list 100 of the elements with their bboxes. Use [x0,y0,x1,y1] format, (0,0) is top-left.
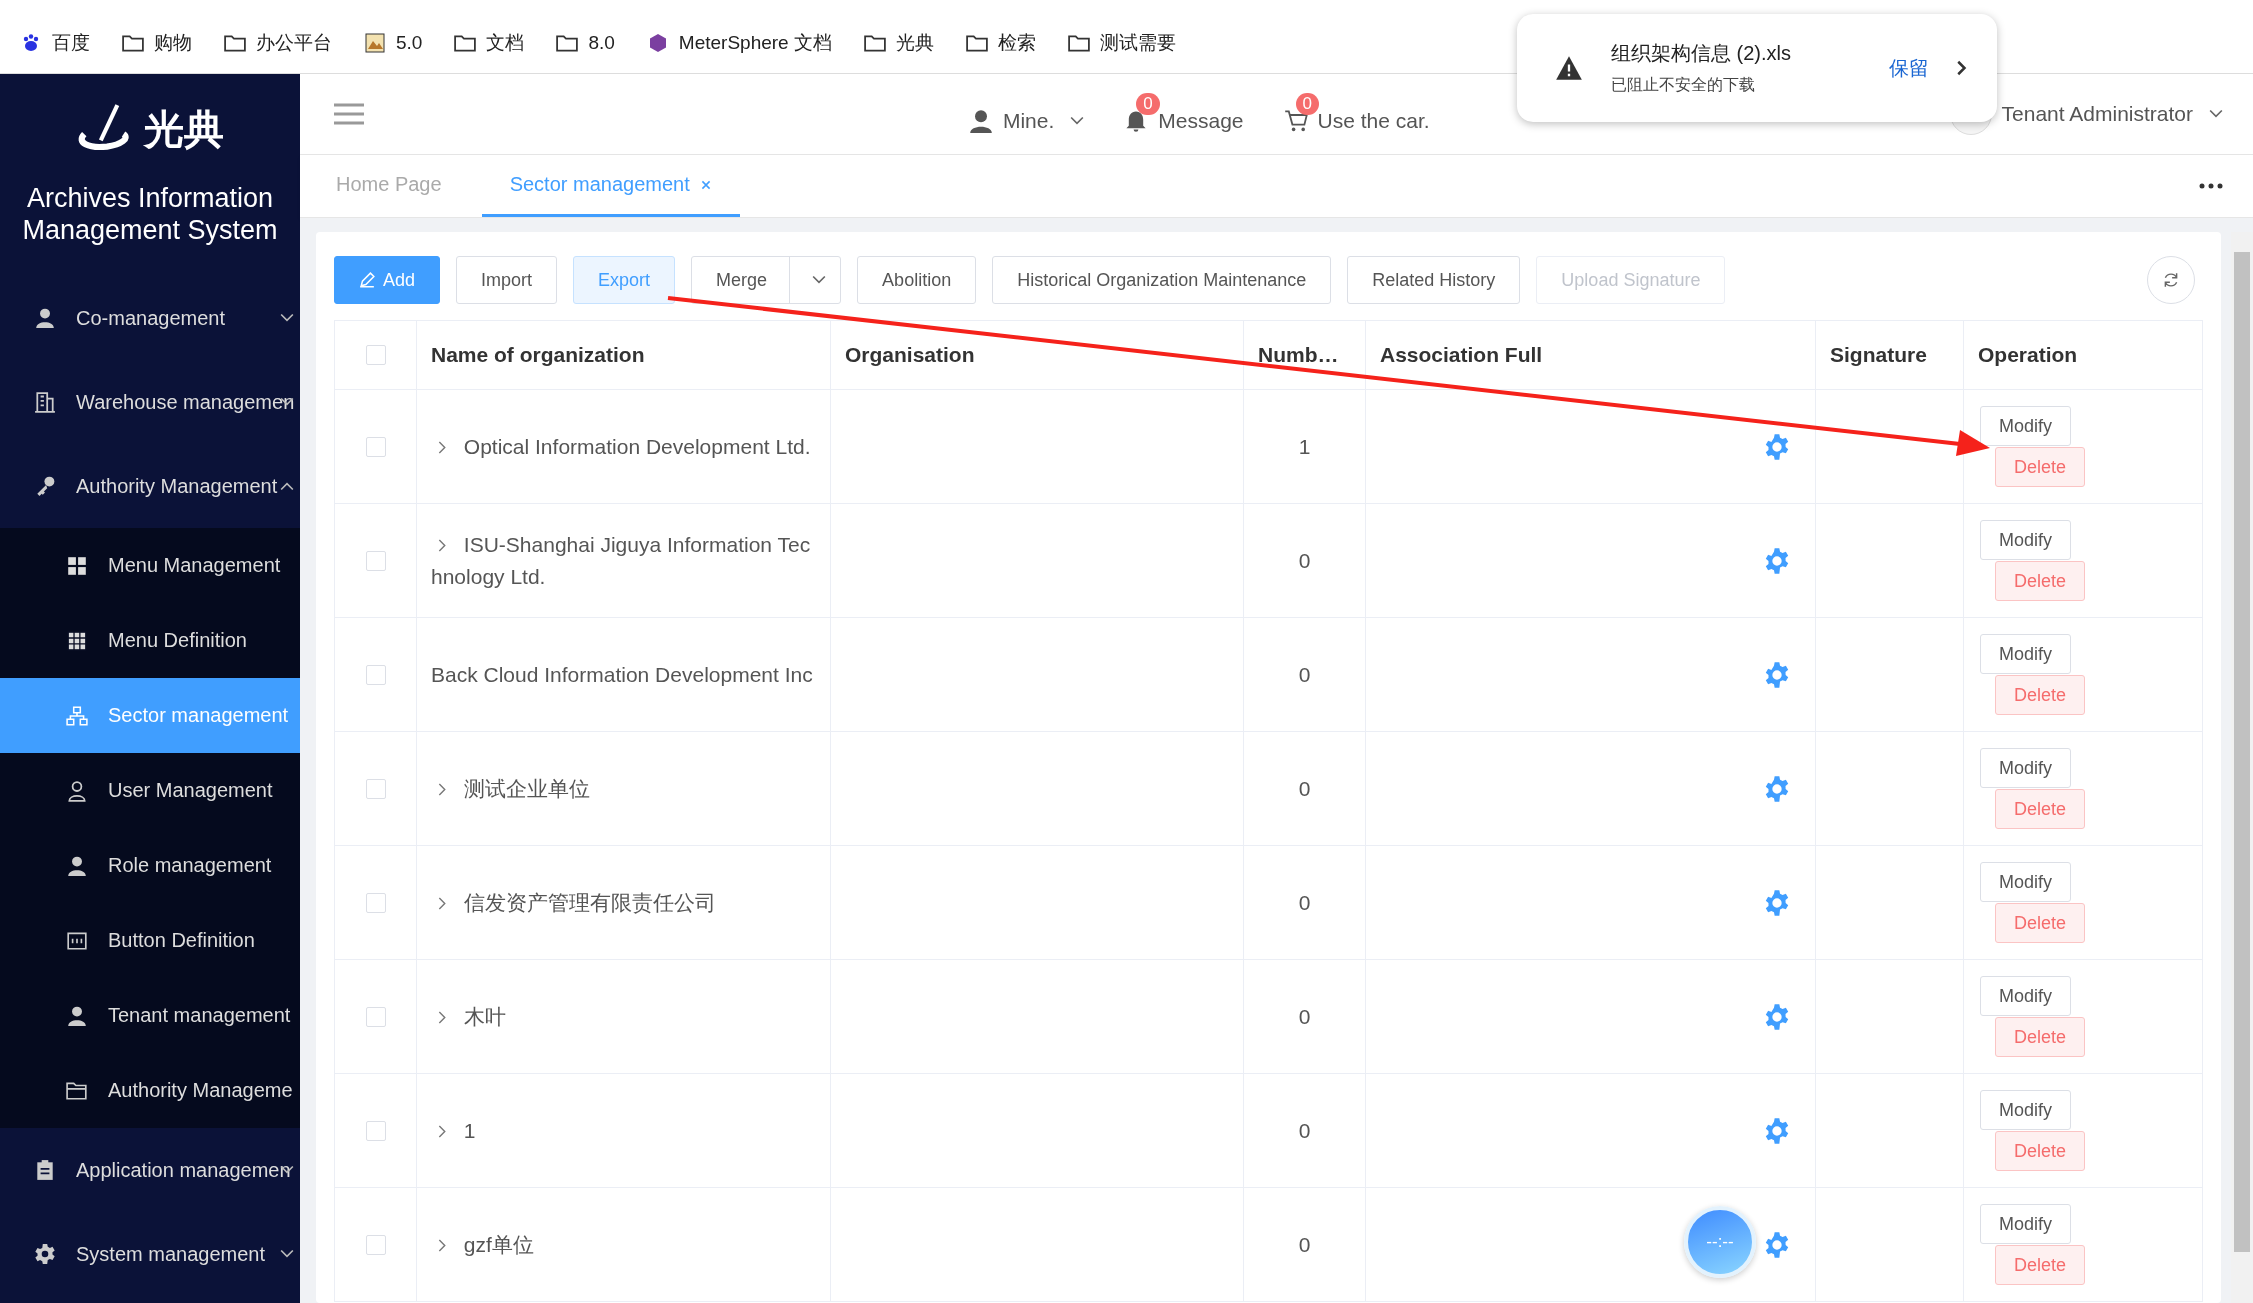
logo-text: 光典 [144,105,224,153]
nav-item[interactable]: Button Definition [0,903,300,978]
column-header: Association Full [1366,321,1816,389]
table-cell: 0 [1244,960,1366,1073]
checkbox[interactable] [365,345,386,365]
building-icon [34,391,56,413]
chevron-icon [1070,116,1085,126]
user-menu[interactable]: Mine. [968,91,1085,137]
checkbox[interactable] [365,892,386,913]
app-title: Archives Information Management System [21,182,279,247]
settings-icon[interactable] [1763,774,1791,803]
image-icon [364,32,386,53]
more-icon[interactable] [2199,183,2223,189]
table-cell: 0 [1244,504,1366,617]
refresh-icon [2162,271,2180,289]
modify-button[interactable]: Modify [1980,748,2071,788]
table-cell: gzf单位 [431,1228,534,1261]
toolbar-button[interactable]: Abolition [857,256,977,304]
bookmark[interactable]: 购物 [122,29,192,56]
expand-icon[interactable] [437,1010,446,1024]
settings-icon[interactable] [1763,888,1791,917]
menu-icon[interactable] [334,103,364,125]
modify-button[interactable]: Modify [1980,1204,2071,1244]
count-badge: 0 [1136,93,1160,115]
nav-group[interactable]: Warehouse managemen [0,360,300,444]
settings-icon[interactable] [1763,546,1791,575]
checkbox[interactable] [365,664,386,685]
modify-button[interactable]: Modify [1980,634,2071,674]
modify-button[interactable]: Modify [1980,1090,2071,1130]
column-header: Operation [1977,342,2079,368]
toolbar-button[interactable]: Related History [1347,256,1521,304]
settings-icon[interactable] [1763,1002,1791,1031]
bookmark[interactable]: 办公平台 [224,29,332,56]
close-icon[interactable] [699,178,712,191]
nav-group[interactable]: Authority Management [0,444,300,528]
table-cell: 木叶 [431,1000,506,1033]
modify-button[interactable]: Modify [1980,862,2071,902]
column-header: Organisation [831,321,1244,389]
bookmark[interactable]: 测试需要 [1067,29,1176,56]
chevron-icon[interactable] [1957,60,1967,76]
merge-button[interactable]: Merge [691,256,842,304]
nav-item[interactable]: Menu Definition [0,603,300,678]
expand-icon[interactable] [437,538,446,552]
nav-group[interactable]: System management [0,1212,300,1296]
nav-item[interactable]: Tenant management [0,978,300,1053]
checkbox[interactable] [365,436,386,457]
table-cell: 0 [1244,846,1366,959]
bookmark[interactable]: MeterSphere 文档 [646,29,832,56]
nav-item[interactable]: Menu Management [0,528,300,603]
modify-button[interactable]: Modify [1980,976,2071,1016]
checkbox[interactable] [365,1120,386,1141]
nav-group[interactable]: Application managemen [0,1128,300,1212]
keep-link[interactable]: 保留 [1889,54,1929,82]
button-icon [66,929,88,952]
user-icon [968,109,993,133]
checkbox[interactable] [365,1234,386,1255]
table-cell: 0 [1244,732,1366,845]
settings-icon[interactable] [1763,1230,1791,1259]
chevron-icon [2209,109,2223,119]
expand-icon[interactable] [437,1238,446,1252]
expand-icon[interactable] [437,1124,446,1138]
expand-icon[interactable] [437,440,446,454]
settings-icon[interactable] [1763,1116,1791,1145]
column-header: Signature [1816,321,1964,389]
nav-item[interactable]: Authority Manageme [0,1053,300,1128]
table-cell-text: Back Cloud Information Development Inc [431,661,813,688]
refresh-button[interactable] [2147,256,2195,304]
expand-icon[interactable] [437,896,446,910]
settings-icon[interactable] [1763,432,1791,461]
checkbox[interactable] [365,778,386,799]
bookmark[interactable]: 百度 [20,29,90,56]
cart-link[interactable]: 0 Use the car. [1283,91,1430,137]
bookmark[interactable]: 光典 [863,29,934,56]
expand-icon[interactable] [437,782,446,796]
table-cell: 0 [1244,1074,1366,1187]
nav-item[interactable]: User Management [0,753,300,828]
bookmark[interactable]: 8.0 [556,31,615,54]
folder-icon [66,1079,88,1102]
message-link[interactable]: 0 Message [1124,91,1244,137]
bookmark[interactable]: 检索 [965,29,1036,56]
table-cell: 1 [431,1114,476,1147]
grid-icon [66,554,88,577]
settings-icon[interactable] [1763,660,1791,689]
bookmark[interactable]: 文档 [454,29,525,56]
user-icon [66,779,88,802]
modify-button[interactable]: Modify [1980,520,2071,560]
table-cell: 信发资产管理有限责任公司 [431,886,716,919]
bookmark[interactable]: 5.0 [364,31,423,54]
column-header: Name of organization [417,321,831,389]
checkbox[interactable] [365,550,386,571]
toolbar-button[interactable]: Historical Organization Maintenance [992,256,1332,304]
nav-item[interactable]: Role management [0,828,300,903]
caret-icon[interactable] [812,275,827,285]
modify-button[interactable]: Modify [1980,406,2071,446]
settings-icon [34,1243,56,1265]
count-badge: 0 [1295,93,1319,115]
toolbar-button[interactable]: Import [456,256,558,304]
scrollbar-thumb[interactable] [2234,252,2250,1252]
nav-group[interactable]: Co-management [0,276,300,360]
checkbox[interactable] [365,1006,386,1027]
